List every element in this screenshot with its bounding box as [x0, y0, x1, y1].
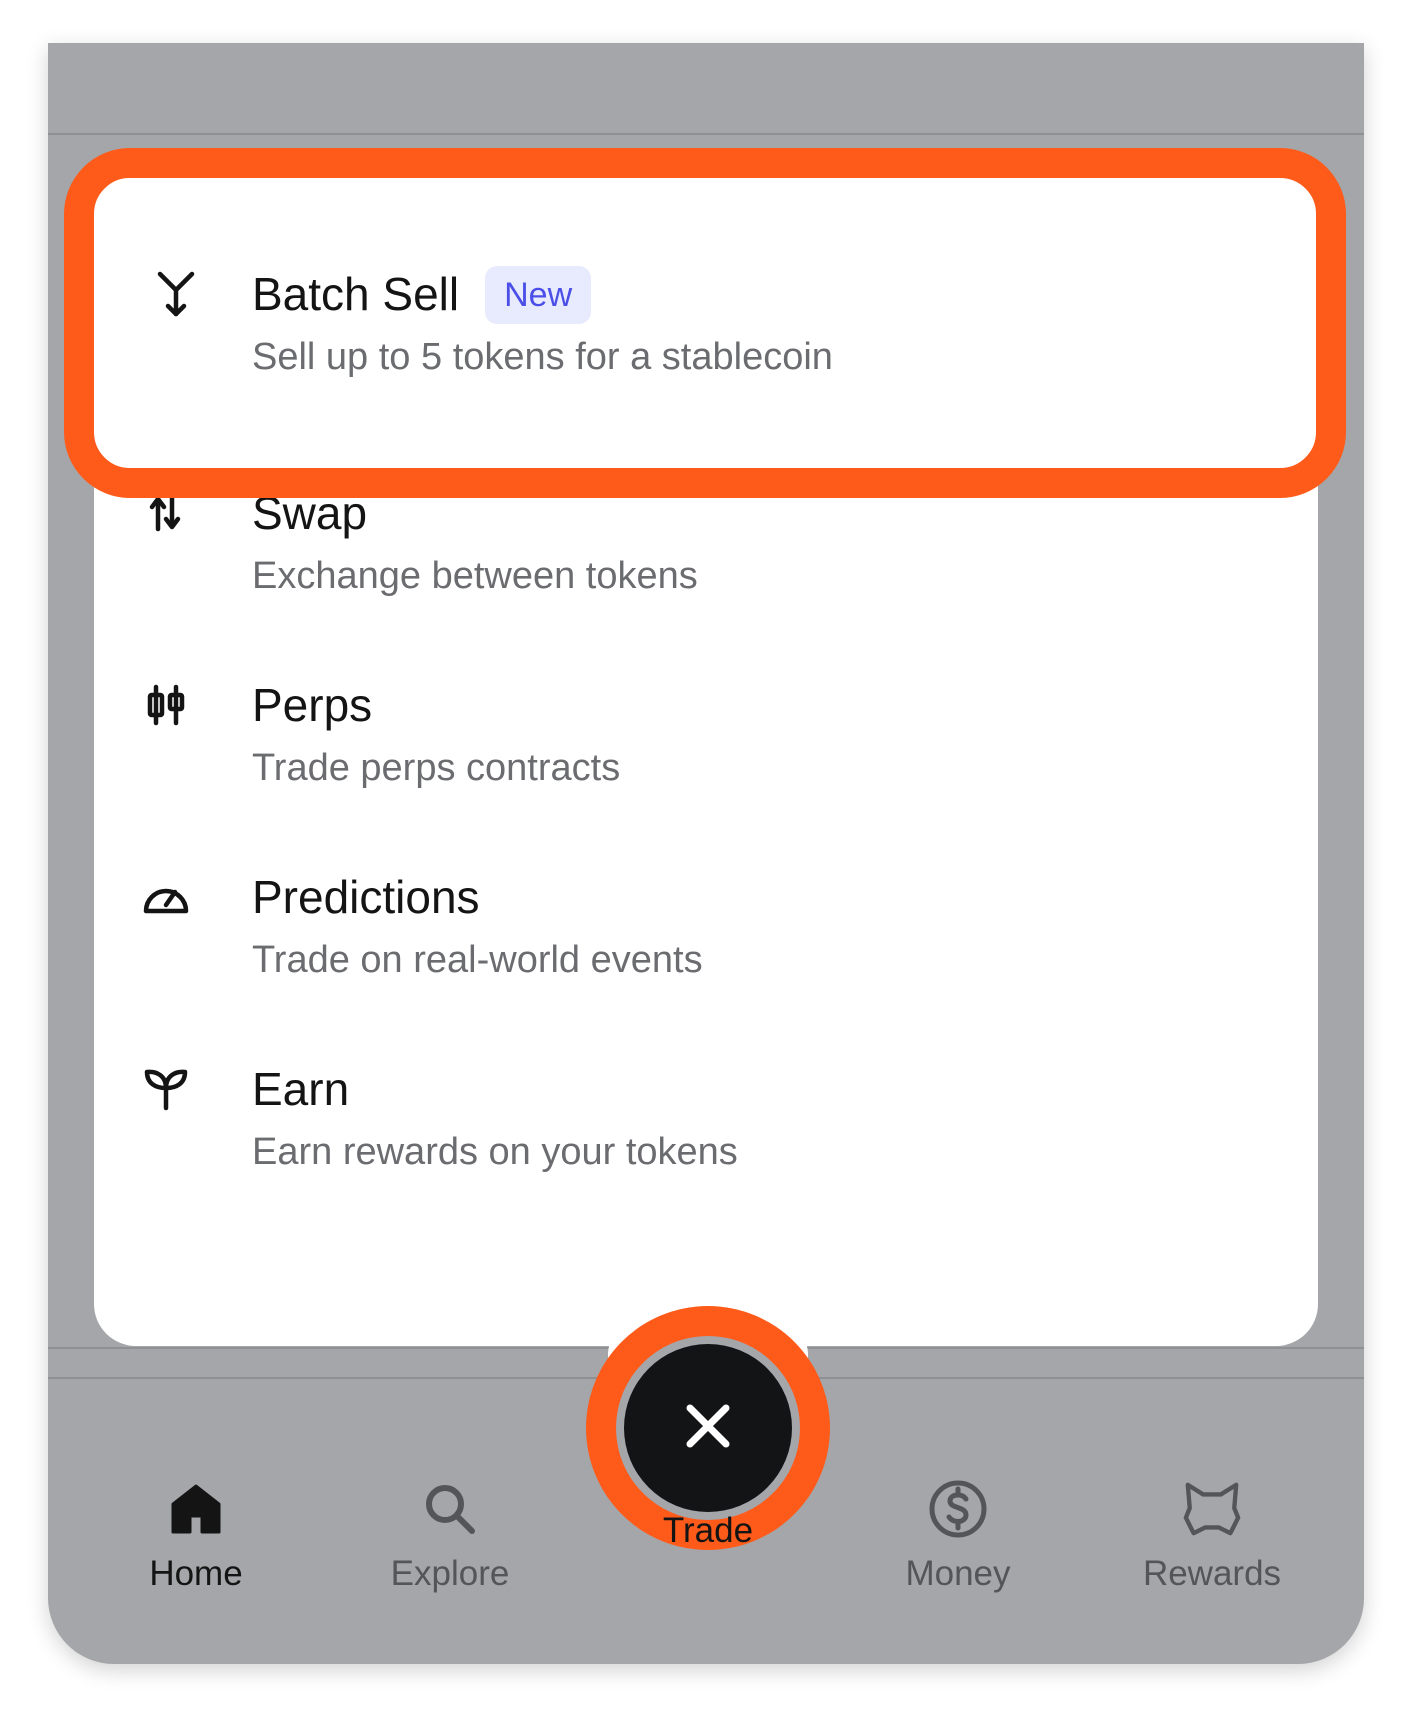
batch-sell-title: Batch Sell [252, 268, 460, 320]
menu-item-title: Earn [252, 1063, 350, 1115]
home-icon [166, 1479, 226, 1539]
menu-item-title: Perps [252, 679, 373, 731]
nav-item-explore[interactable]: Explore [350, 1379, 550, 1593]
menu-item-title: Batch Sell New [252, 264, 592, 324]
menu-item-subtitle: Trade perps contracts [252, 747, 621, 789]
search-icon [420, 1479, 480, 1539]
new-badge: New [485, 266, 592, 324]
sprout-icon [136, 1059, 196, 1119]
menu-item-perps[interactable]: Perps Trade perps contracts [94, 675, 1318, 875]
candlestick-icon [136, 675, 196, 735]
merge-arrow-icon [146, 264, 206, 324]
gauge-icon [136, 867, 196, 927]
nav-item-home[interactable]: Home [96, 1379, 296, 1593]
fox-icon [1182, 1479, 1242, 1539]
menu-item-content: Batch Sell New Sell up to 5 tokens for a … [94, 264, 1318, 464]
trade-close-button[interactable] [624, 1344, 792, 1512]
menu-item-subtitle: Trade on real-world events [252, 939, 703, 981]
nav-label-trade: Trade [662, 1511, 754, 1550]
nav-label: Home [149, 1554, 243, 1593]
close-icon [680, 1398, 736, 1459]
nav-label: Money [905, 1554, 1011, 1593]
menu-item-subtitle: Earn rewards on your tokens [252, 1131, 738, 1173]
menu-item-swap[interactable]: Swap Exchange between tokens [94, 483, 1318, 683]
nav-label: Rewards [1142, 1554, 1282, 1593]
menu-item-earn[interactable]: Earn Earn rewards on your tokens [94, 1059, 1318, 1259]
nav-item-money[interactable]: Money [858, 1379, 1058, 1593]
nav-item-rewards[interactable]: Rewards [1112, 1379, 1312, 1593]
menu-item-title: Predictions [252, 871, 480, 923]
divider [48, 133, 1364, 135]
dollar-circle-icon [928, 1479, 988, 1539]
menu-item-batch-sell[interactable]: Batch Sell New Sell up to 5 tokens for a … [94, 178, 1316, 468]
nav-label: Explore [390, 1554, 510, 1593]
menu-item-subtitle: Exchange between tokens [252, 555, 698, 597]
menu-item-subtitle: Sell up to 5 tokens for a stablecoin [252, 336, 833, 378]
menu-item-predictions[interactable]: Predictions Trade on real-world events [94, 867, 1318, 1067]
